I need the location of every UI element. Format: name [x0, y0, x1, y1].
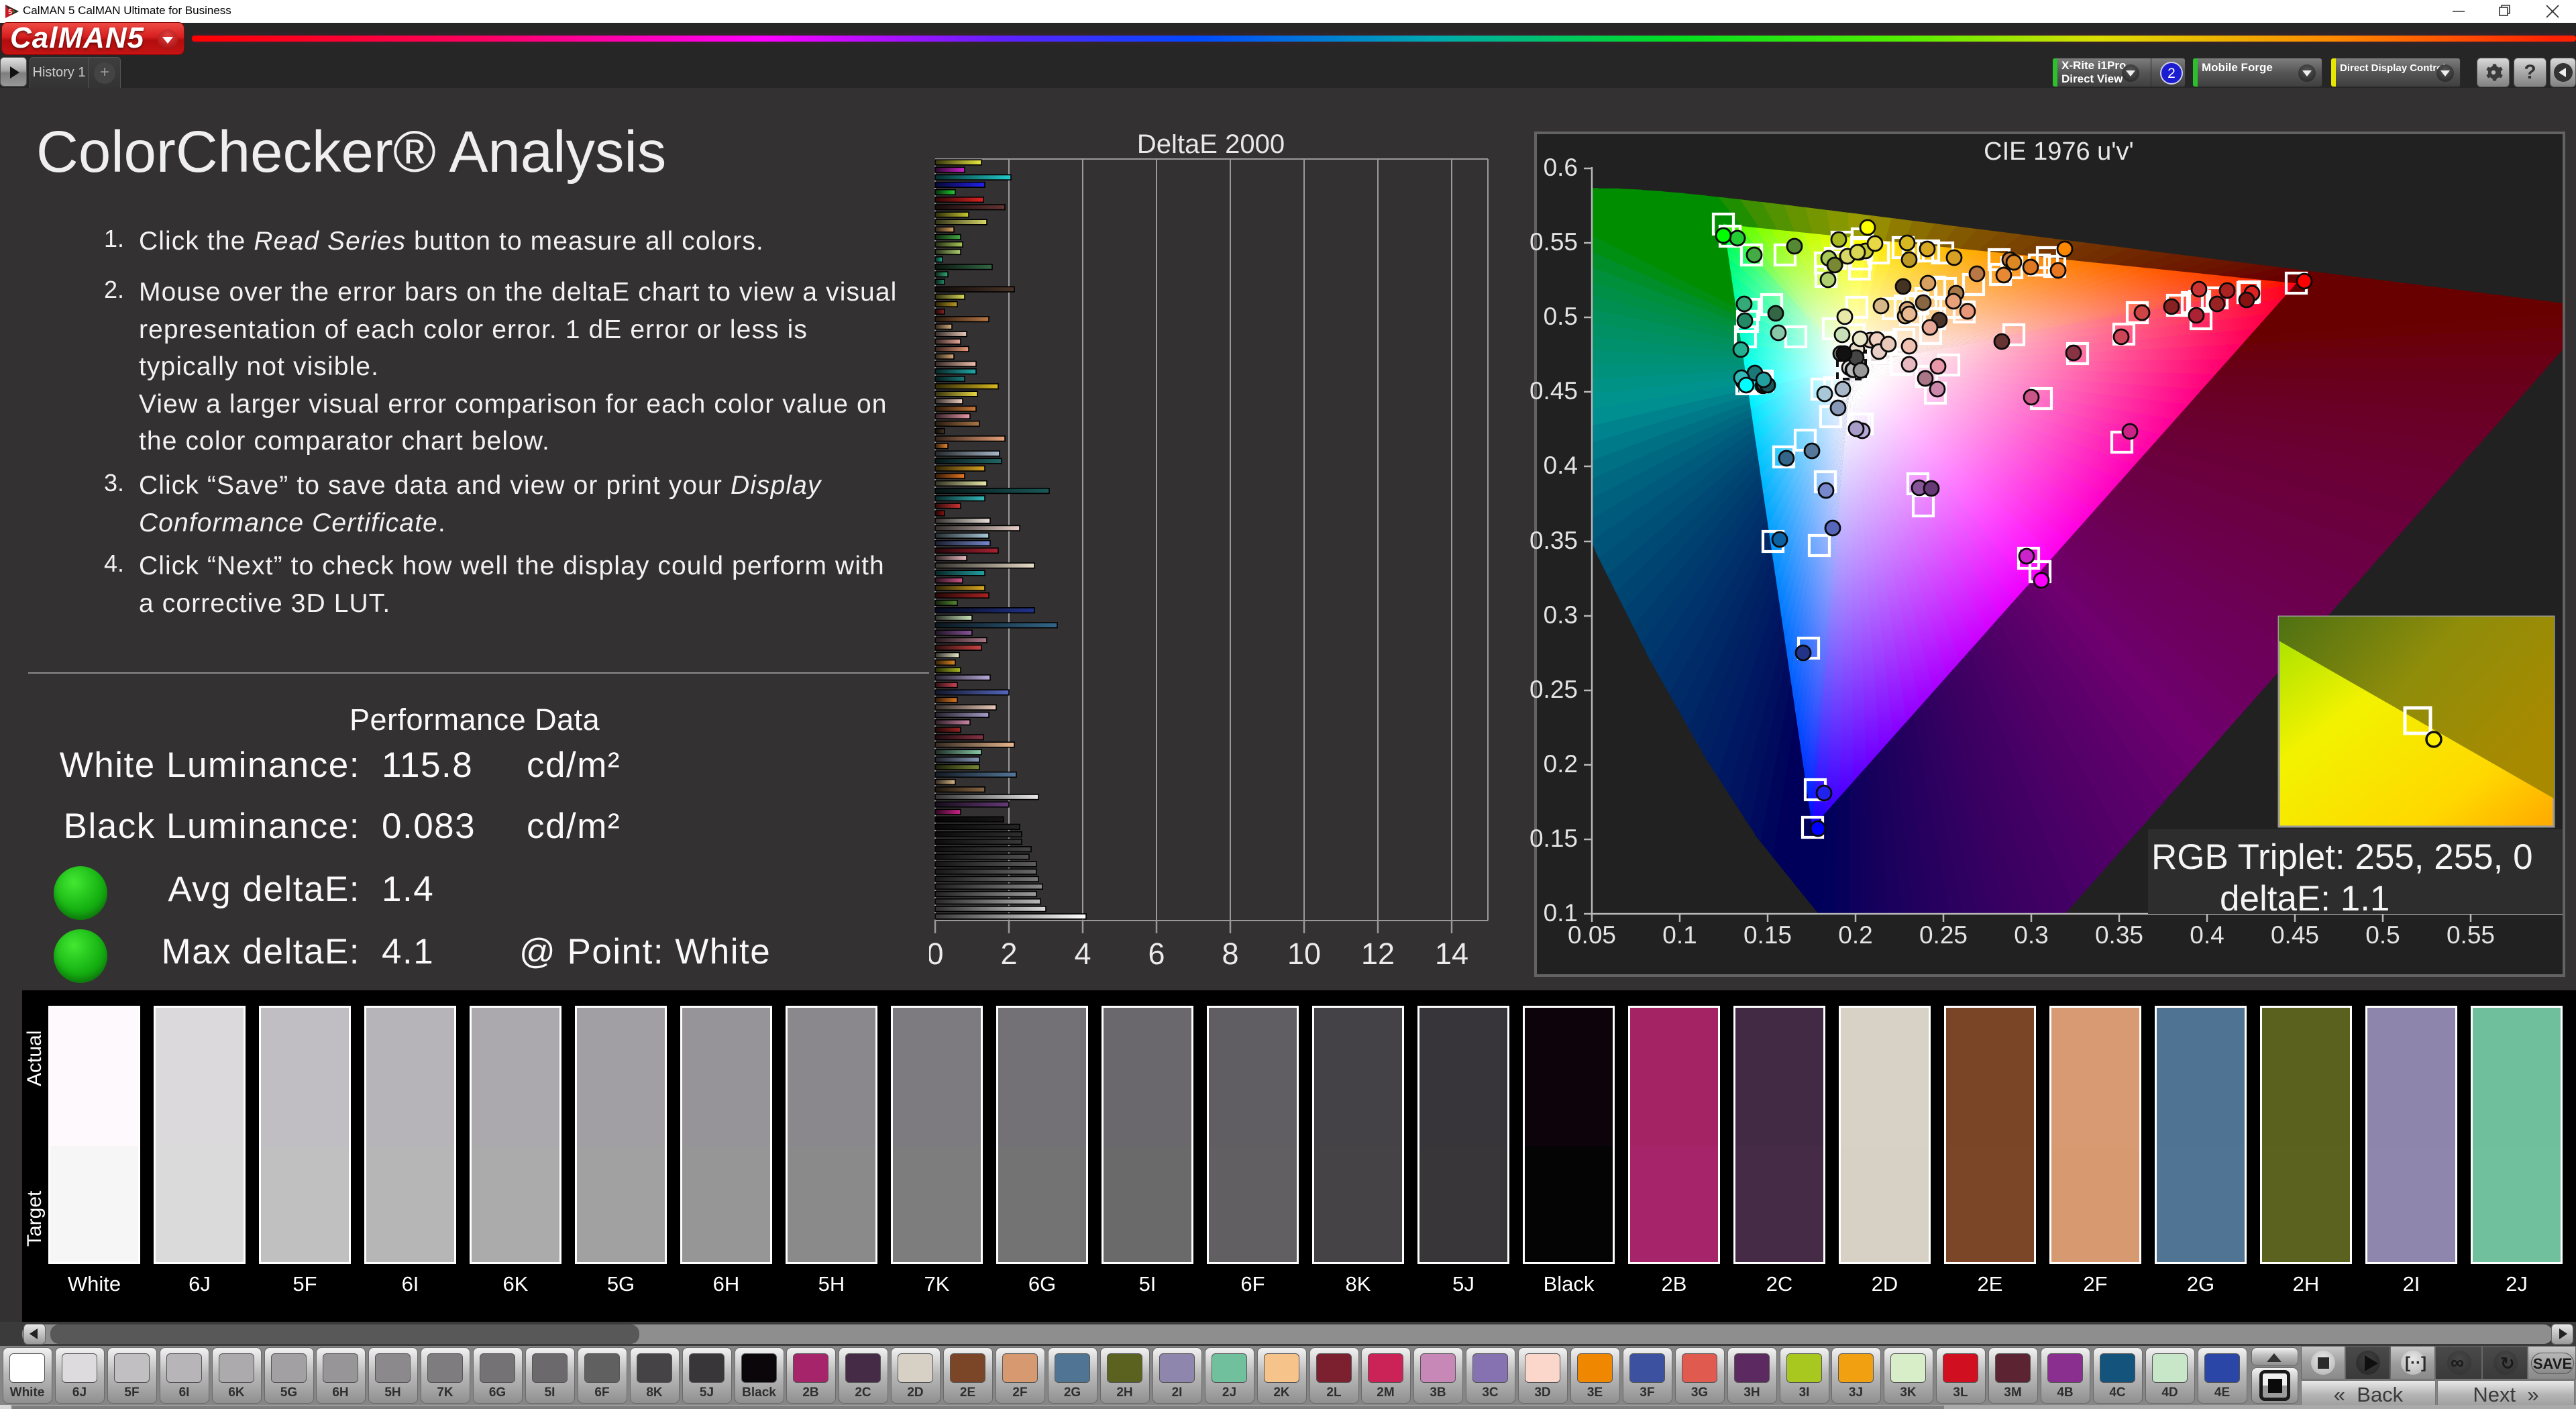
- svg-text:14: 14: [1435, 937, 1468, 971]
- svg-text:deltaE: 1.1: deltaE: 1.1: [2220, 879, 2390, 919]
- svg-text:0.25: 0.25: [1529, 676, 1578, 703]
- svg-text:0.3: 0.3: [2014, 921, 2048, 949]
- svg-text:0.4: 0.4: [2190, 921, 2224, 949]
- svg-text:0.6: 0.6: [1544, 154, 1578, 181]
- svg-text:0.4: 0.4: [1544, 452, 1578, 479]
- svg-text:10: 10: [1287, 937, 1321, 971]
- svg-text:0.1: 0.1: [1662, 921, 1697, 949]
- svg-text:0.5: 0.5: [1544, 303, 1578, 330]
- svg-text:0.15: 0.15: [1529, 825, 1578, 852]
- svg-text:DeltaE 2000: DeltaE 2000: [1137, 134, 1285, 159]
- svg-text:0.05: 0.05: [1568, 921, 1616, 949]
- svg-text:0.35: 0.35: [2095, 921, 2143, 949]
- svg-text:0.15: 0.15: [1743, 921, 1792, 949]
- svg-text:CIE 1976 u'v': CIE 1976 u'v': [1984, 138, 2134, 166]
- svg-text:0.55: 0.55: [1529, 228, 1578, 256]
- svg-text:0.2: 0.2: [1544, 750, 1578, 778]
- svg-text:0.55: 0.55: [2447, 921, 2495, 949]
- svg-text:0.3: 0.3: [1544, 601, 1578, 629]
- svg-text:12: 12: [1361, 937, 1395, 971]
- svg-text:6: 6: [1148, 937, 1165, 971]
- svg-text:8: 8: [1222, 937, 1238, 971]
- svg-text:0: 0: [929, 937, 944, 971]
- svg-text:RGB Triplet: 255, 255, 0: RGB Triplet: 255, 255, 0: [2151, 837, 2533, 877]
- svg-text:0.25: 0.25: [1919, 921, 1968, 949]
- svg-text:0.35: 0.35: [1529, 527, 1578, 554]
- svg-text:5: 5: [8, 9, 12, 16]
- svg-text:0.2: 0.2: [1838, 921, 1872, 949]
- svg-text:2: 2: [1000, 937, 1017, 971]
- svg-text:0.45: 0.45: [2271, 921, 2319, 949]
- svg-text:0.5: 0.5: [2365, 921, 2400, 949]
- svg-text:0.45: 0.45: [1529, 377, 1578, 405]
- svg-text:4: 4: [1074, 937, 1091, 971]
